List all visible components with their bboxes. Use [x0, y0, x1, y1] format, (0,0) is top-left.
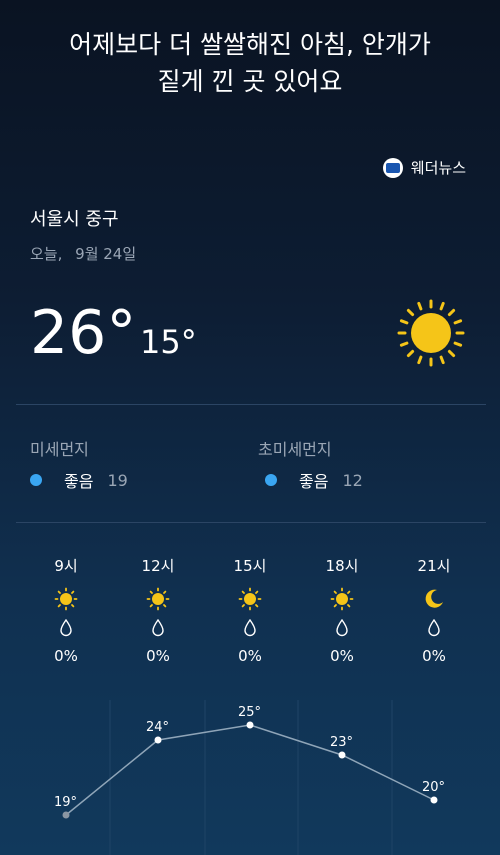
- temp-low: 15°: [140, 323, 197, 361]
- hourly-item: 18시 0%: [296, 555, 388, 665]
- fine-dust-grade: 좋음: [64, 472, 94, 491]
- divider: [16, 404, 486, 405]
- raindrop-icon: [152, 619, 164, 637]
- sun-icon: [146, 587, 170, 611]
- precip-chance: 0%: [422, 647, 446, 665]
- fine-dust-label: 미세먼지: [30, 440, 89, 459]
- temperature-label: 25°: [238, 705, 261, 720]
- date-day: 오늘,: [30, 245, 63, 263]
- hour-label: 15시: [233, 557, 267, 575]
- temperature-label: 19°: [54, 795, 77, 810]
- ultrafine-dust-row: 좋음 12: [265, 468, 363, 492]
- status-dot-icon: [30, 474, 42, 486]
- sun-icon: [397, 299, 465, 367]
- ultrafine-dust-label: 초미세먼지: [258, 440, 332, 459]
- sun-icon: [330, 587, 354, 611]
- location[interactable]: 서울시 중구: [30, 205, 119, 231]
- raindrop-icon: [336, 619, 348, 637]
- fine-dust-value: 19: [107, 470, 128, 490]
- raindrop-icon: [244, 619, 256, 637]
- ultrafine-dust-grade: 좋음: [299, 472, 329, 491]
- precip-chance: 0%: [238, 647, 262, 665]
- temperature-point: [62, 811, 70, 819]
- source-name: 웨더뉴스: [410, 159, 466, 177]
- hour-label: 21시: [417, 557, 451, 575]
- raindrop-icon: [428, 619, 440, 637]
- hourly-item: 9시 0%: [20, 555, 112, 665]
- date-value: 9월 24일: [75, 245, 137, 263]
- temperature-graph: 19° 24° 25° 23° 20°: [54, 700, 445, 855]
- temperature-point: [246, 721, 254, 729]
- hourly-item: 12시 0%: [112, 555, 204, 665]
- temperature-label: 24°: [146, 720, 169, 735]
- sun-icon: [238, 587, 262, 611]
- hour-label: 12시: [141, 557, 175, 575]
- raindrop-icon: [60, 619, 72, 637]
- divider: [16, 522, 486, 523]
- source-link[interactable]: 웨더뉴스: [382, 157, 466, 178]
- precip-chance: 0%: [146, 647, 170, 665]
- temp-high: 26°: [30, 298, 137, 368]
- sun-icon: [54, 587, 78, 611]
- headline-line-1: 어제보다 더 쌀쌀해진 아침, 안개가: [69, 30, 431, 59]
- date: 오늘, 9월 24일: [30, 243, 136, 264]
- status-dot-icon: [265, 474, 277, 486]
- temperature-point: [338, 751, 346, 759]
- hour-label: 9시: [54, 557, 78, 575]
- temperature-label: 23°: [330, 735, 353, 750]
- temperature-point: [430, 796, 438, 804]
- fine-dust-row: 좋음 19: [30, 468, 128, 492]
- ultrafine-dust-value: 12: [342, 470, 363, 490]
- precip-chance: 0%: [54, 647, 78, 665]
- temperature-point: [154, 736, 162, 744]
- temperature-label: 20°: [422, 780, 445, 795]
- precip-chance: 0%: [330, 647, 354, 665]
- hourly-item: 21시 0%: [388, 555, 480, 665]
- hourly-item: 15시 0%: [204, 555, 296, 665]
- weathernews-logo-icon: [382, 157, 403, 178]
- hour-label: 18시: [325, 557, 359, 575]
- hourly-forecast: 9시 0% 12시 0% 15시 0% 18시 0% 21시 0%: [20, 555, 480, 665]
- temperature-line: [65, 724, 435, 816]
- moon-icon: [425, 589, 443, 608]
- headline: 어제보다 더 쌀쌀해진 아침, 안개가 짙게 낀 곳 있어요: [0, 26, 500, 100]
- headline-line-2: 짙게 낀 곳 있어요: [157, 67, 343, 96]
